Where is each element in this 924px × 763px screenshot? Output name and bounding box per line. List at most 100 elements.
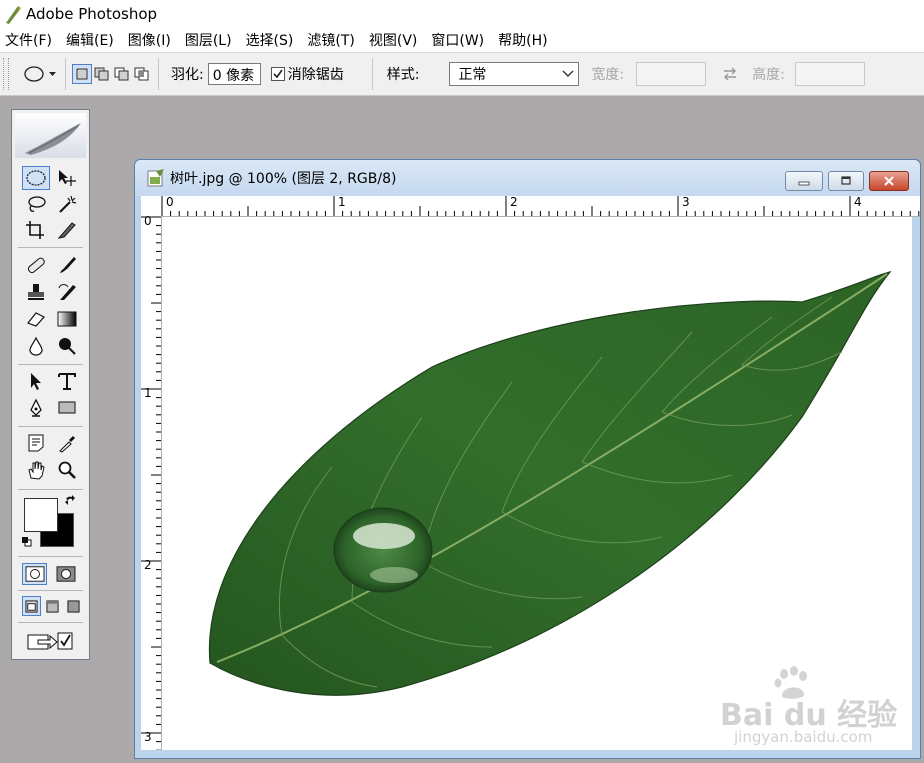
- ruler-origin[interactable]: [141, 196, 160, 216]
- add-selection-button[interactable]: [92, 64, 112, 84]
- toolbox-divider: [18, 426, 83, 427]
- style-label: 样式:: [386, 67, 420, 83]
- minimize-button[interactable]: [785, 171, 823, 191]
- feather-input[interactable]: 0 像素: [207, 63, 261, 85]
- type-tool[interactable]: [53, 369, 81, 393]
- healing-brush-tool[interactable]: [22, 253, 50, 277]
- close-button[interactable]: [869, 171, 909, 191]
- hand-icon: [28, 461, 45, 480]
- menu-image[interactable]: 图像(I): [123, 30, 180, 50]
- document-window: 树叶.jpg @ 100% (图层 2, RGB/8) 0 1 2 3 4 0 …: [134, 159, 921, 759]
- checkbox-checked-icon: [270, 67, 285, 81]
- swap-colors-icon[interactable]: [64, 495, 76, 507]
- crop-tool[interactable]: [22, 218, 50, 242]
- ruler-label-h1: 1: [338, 195, 346, 209]
- selection-mode-group: [72, 64, 152, 84]
- standard-screen-mode-button[interactable]: [22, 596, 41, 616]
- antialias-checkbox[interactable]: 消除锯齿: [270, 64, 344, 84]
- add-to-selection-icon: [94, 67, 109, 81]
- menu-view[interactable]: 视图(V): [364, 30, 427, 50]
- rectangle-tool[interactable]: [53, 396, 81, 420]
- jpg-file-icon: [147, 169, 164, 187]
- default-colors-icon[interactable]: [21, 536, 32, 547]
- subtract-selection-button[interactable]: [112, 64, 132, 84]
- menu-select[interactable]: 选择(S): [241, 30, 303, 50]
- move-icon: [59, 170, 76, 186]
- menu-file[interactable]: 文件(F): [0, 30, 61, 50]
- foreground-color-swatch[interactable]: [24, 498, 58, 532]
- gradient-tool[interactable]: [53, 307, 81, 331]
- standard-mode-button[interactable]: [22, 563, 47, 585]
- full-screen-menu-icon: [46, 599, 59, 613]
- height-input[interactable]: [794, 62, 865, 86]
- intersect-selection-button[interactable]: [132, 64, 152, 84]
- separator: [371, 58, 373, 90]
- lasso-tool[interactable]: [22, 192, 50, 216]
- swap-arrows-icon[interactable]: [722, 67, 738, 81]
- options-bar-grip[interactable]: [3, 58, 9, 90]
- baidu-watermark: Bai du 经验 jingyan.baidu.com: [710, 666, 910, 750]
- pen-nib-icon: [30, 398, 42, 417]
- quick-mask-button[interactable]: [53, 563, 78, 585]
- style-select[interactable]: 正常: [449, 62, 580, 86]
- width-input[interactable]: [636, 62, 707, 86]
- antialias-label: 消除锯齿: [287, 67, 344, 83]
- zoom-tool[interactable]: [53, 458, 81, 482]
- restore-button[interactable]: [828, 171, 864, 191]
- pen-tool[interactable]: [22, 396, 50, 420]
- ruler-label-v2: 2: [144, 558, 152, 572]
- separator: [158, 58, 159, 90]
- restore-icon: [841, 176, 851, 185]
- menu-window[interactable]: 窗口(W): [426, 30, 493, 50]
- vertical-ruler-ticks: [141, 216, 161, 750]
- photoshop-feather-icon: [6, 5, 21, 24]
- text-t-icon: [58, 373, 76, 390]
- toolbox-panel: [11, 109, 90, 660]
- elliptical-marquee-tool[interactable]: [22, 166, 50, 190]
- image-canvas[interactable]: Bai du 经验 jingyan.baidu.com: [162, 217, 912, 750]
- slice-tool[interactable]: [53, 218, 81, 242]
- menu-layer[interactable]: 图层(L): [180, 30, 241, 50]
- ruler-label-v3: 3: [144, 730, 152, 744]
- eraser-tool[interactable]: [22, 307, 50, 331]
- ruler-label-h0: 0: [166, 195, 174, 209]
- minimize-icon: [798, 181, 810, 186]
- hand-tool[interactable]: [22, 458, 50, 482]
- slice-knife-icon: [57, 222, 76, 239]
- menu-help[interactable]: 帮助(H): [493, 30, 556, 50]
- dodge-tool[interactable]: [53, 334, 81, 358]
- notes-tool[interactable]: [22, 431, 50, 455]
- path-selection-tool[interactable]: [22, 369, 50, 393]
- eyedropper-tool[interactable]: [53, 431, 81, 455]
- lasso-icon: [28, 196, 46, 212]
- clone-stamp-tool[interactable]: [22, 280, 50, 304]
- move-tool[interactable]: [53, 166, 81, 190]
- menu-edit[interactable]: 编辑(E): [61, 30, 123, 50]
- app-title-bar: Adobe Photoshop: [0, 0, 924, 27]
- brush-tool[interactable]: [53, 253, 81, 277]
- full-screen-menu-mode-button[interactable]: [43, 596, 62, 616]
- toolbox-divider: [18, 556, 83, 557]
- magic-wand-icon: [59, 195, 77, 213]
- menu-filter[interactable]: 滤镜(T): [302, 30, 363, 50]
- magnifier-icon: [58, 461, 76, 479]
- options-bar: 羽化: 0 像素 消除锯齿 样式: 正常 宽度: 高度:: [0, 53, 924, 96]
- note-icon: [28, 434, 44, 452]
- blur-tool[interactable]: [22, 334, 50, 358]
- tool-preset-picker[interactable]: [23, 65, 59, 83]
- separator: [65, 58, 66, 90]
- style-select-value: 正常: [458, 67, 487, 83]
- vertical-ruler[interactable]: 0 1 2 3: [141, 214, 162, 750]
- magic-wand-tool[interactable]: [53, 192, 81, 216]
- full-screen-mode-button[interactable]: [64, 596, 83, 616]
- arrow-pointer-icon: [31, 373, 41, 390]
- new-selection-button[interactable]: [72, 64, 92, 84]
- toolbox-divider: [18, 247, 83, 248]
- height-label: 高度:: [752, 67, 785, 83]
- history-brush-tool[interactable]: [53, 280, 81, 304]
- standard-mode-icon: [25, 566, 44, 582]
- horizontal-ruler[interactable]: 0 1 2 3 4: [160, 195, 920, 217]
- toolbox-header[interactable]: [15, 113, 86, 158]
- eyedropper-icon: [59, 436, 75, 453]
- jump-to-imageready-button[interactable]: [22, 628, 78, 654]
